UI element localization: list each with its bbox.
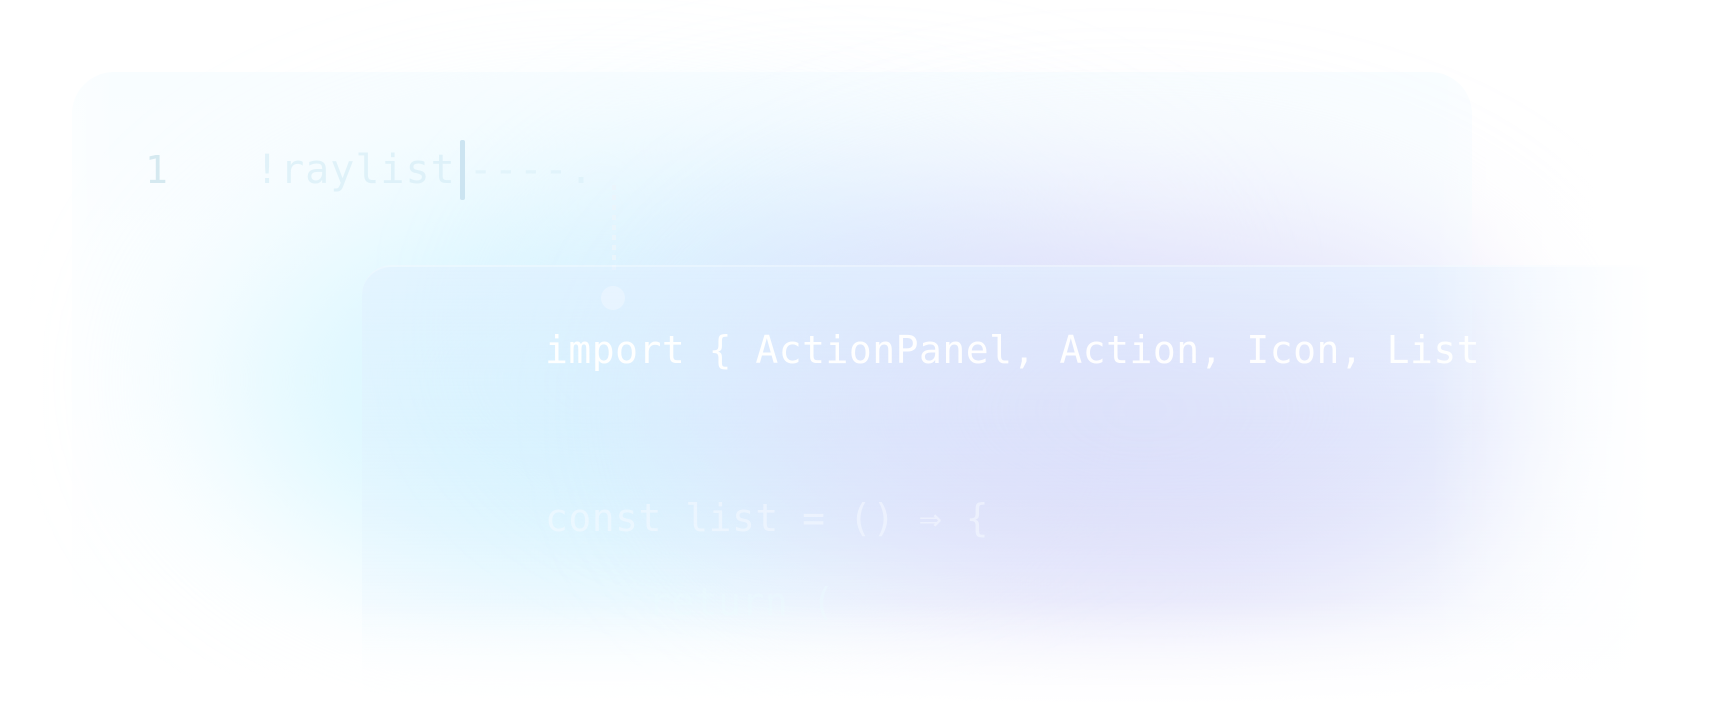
ghost-completion: ----.	[468, 147, 595, 193]
line-number: 1	[145, 148, 168, 192]
editor-line[interactable]: 1 !raylist ----.	[145, 140, 594, 200]
fade-overlay-left	[0, 0, 120, 720]
editor-preview-canvas: 1 !raylist ----. import { ActionPanel, A…	[0, 0, 1710, 720]
expansion-connector	[612, 185, 616, 275]
snippet-code-line-const: const list = () ⇒ {	[545, 496, 990, 540]
typed-snippet-trigger[interactable]: !raylist	[255, 147, 456, 193]
snippet-code-line-import: import { ActionPanel, Action, Icon, List	[545, 328, 1481, 372]
text-caret	[459, 140, 465, 200]
fade-overlay-bottom	[0, 600, 1710, 720]
